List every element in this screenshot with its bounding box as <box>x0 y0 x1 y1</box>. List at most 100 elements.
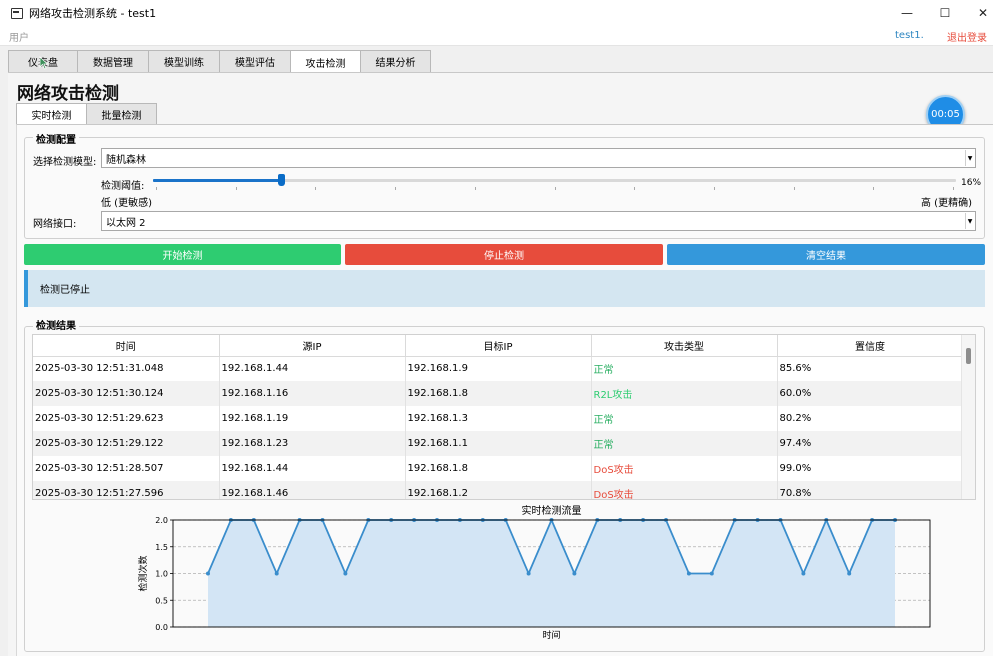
results-table[interactable]: 时间 源IP 目标IP 攻击类型 置信度 2025-03-30 12:51:31… <box>32 334 976 500</box>
chart-ytick-label: 0.5 <box>155 596 168 605</box>
realtime-traffic-chart: 实时检测流量 0.0 0.5 1.0 1.5 2.0 时间 检测次数 <box>130 500 950 646</box>
chart-point <box>572 571 577 576</box>
slider-tick <box>156 187 157 190</box>
tab-model-evaluation[interactable]: 模型评估 <box>219 50 291 72</box>
column-header-time[interactable]: 时间 <box>33 335 220 357</box>
slider-tick <box>315 187 317 190</box>
chart-point <box>526 571 531 576</box>
table-row[interactable]: 2025-03-30 12:51:29.122 192.168.1.23 192… <box>33 431 964 456</box>
chart-point <box>686 571 691 576</box>
table-row[interactable]: 2025-03-30 12:51:29.623 192.168.1.19 192… <box>33 406 964 431</box>
tab-attack-detection[interactable]: 攻击检测 <box>290 50 361 73</box>
logout-link[interactable]: 退出登录 <box>947 29 987 44</box>
cell-confidence: 85.6% <box>777 356 964 381</box>
cell-confidence: 70.8% <box>777 481 964 499</box>
tab-realtime-detection[interactable]: 实时检测 <box>16 103 87 125</box>
current-user-name: test1. <box>895 30 924 41</box>
traffic-chart-svg: 实时检测流量 0.0 0.5 1.0 1.5 2.0 时间 检测次数 <box>137 504 931 641</box>
chevron-down-icon: ▼ <box>965 150 974 166</box>
table-scrollbar[interactable] <box>961 335 975 499</box>
chart-area-fill <box>208 520 895 627</box>
threshold-label: 检测阈值: <box>101 181 145 192</box>
threshold-slider-track[interactable] <box>153 179 956 182</box>
title-bar: 网络攻击检测系统 - test1 — ☐ ✕ <box>0 0 993 26</box>
detection-config-title: 检测配置 <box>33 131 79 146</box>
table-row[interactable]: 2025-03-30 12:51:27.596 192.168.1.46 192… <box>33 481 964 499</box>
cell-target-ip: 192.168.1.8 <box>405 381 592 406</box>
close-button[interactable]: ✕ <box>960 0 993 26</box>
tab-data-management[interactable]: 数据管理 <box>77 50 149 72</box>
threshold-low-label: 低 (更敏感) <box>101 198 152 209</box>
main-tab-bar: 仪表盘 数据管理 模型训练 模型评估 攻击检测 结果分析 <box>8 50 431 73</box>
table-header-row: 时间 源IP 目标IP 攻击类型 置信度 <box>33 335 964 357</box>
slider-tick <box>395 187 397 190</box>
column-header-confidence[interactable]: 置信度 <box>777 335 964 357</box>
chart-point <box>847 571 852 576</box>
column-header-target-ip[interactable]: 目标IP <box>405 335 592 357</box>
cell-source-ip: 192.168.1.46 <box>219 481 406 499</box>
model-select-value: 随机森林 <box>106 154 146 166</box>
chart-ylabel: 检测次数 <box>137 555 149 591</box>
threshold-slider-handle[interactable] <box>278 174 286 186</box>
chart-title: 实时检测流量 <box>522 504 582 517</box>
slider-tick <box>873 187 875 190</box>
chart-ytick-label: 1.0 <box>155 570 168 579</box>
cell-confidence: 97.4% <box>777 431 964 456</box>
cell-time: 2025-03-30 12:51:28.507 <box>33 456 220 481</box>
chart-ytick-label: 1.5 <box>155 543 168 552</box>
table-scroll-thumb[interactable] <box>966 348 971 364</box>
cell-confidence: 80.2% <box>777 406 964 431</box>
slider-tick <box>474 187 476 190</box>
detection-results-title: 检测结果 <box>33 317 79 332</box>
chart-point <box>206 571 210 576</box>
chart-ytick-label: 2.0 <box>155 516 168 525</box>
slider-tick <box>793 187 795 190</box>
cell-confidence: 60.0% <box>777 381 964 406</box>
chart-ytick-label: 0.0 <box>155 623 168 632</box>
cell-attack-type: 正常 <box>591 356 778 381</box>
interface-select-value: 以太网 2 <box>106 217 146 229</box>
cell-time: 2025-03-30 12:51:30.124 <box>33 381 220 406</box>
model-select[interactable]: 随机森林 ▼ <box>101 148 976 168</box>
chart-point <box>709 571 714 576</box>
column-header-attack-type[interactable]: 攻击类型 <box>591 335 778 357</box>
tab-model-training[interactable]: 模型训练 <box>148 50 220 72</box>
cell-source-ip: 192.168.1.44 <box>219 356 406 381</box>
cell-source-ip: 192.168.1.19 <box>219 406 406 431</box>
threshold-slider-fill <box>153 179 282 182</box>
interface-select[interactable]: 以太网 2 ▼ <box>101 211 976 231</box>
start-detection-button[interactable]: 开始检测 <box>24 244 341 265</box>
cell-source-ip: 192.168.1.16 <box>219 381 406 406</box>
cell-attack-type: R2L攻击 <box>591 381 778 406</box>
chart-point <box>274 571 279 576</box>
mouse-cursor-icon <box>39 56 49 70</box>
cell-attack-type: 正常 <box>591 431 778 456</box>
cell-source-ip: 192.168.1.44 <box>219 456 406 481</box>
slider-tick <box>554 187 556 190</box>
slider-tick <box>235 187 237 190</box>
tab-result-analysis[interactable]: 结果分析 <box>360 50 431 72</box>
cell-time: 2025-03-30 12:51:29.122 <box>33 431 220 456</box>
chart-xlabel: 时间 <box>542 629 560 641</box>
cell-attack-type: DoS攻击 <box>591 481 778 499</box>
table-row[interactable]: 2025-03-30 12:51:31.048 192.168.1.44 192… <box>33 356 964 381</box>
tab-batch-detection[interactable]: 批量检测 <box>86 103 157 124</box>
chevron-down-icon: ▼ <box>965 213 974 229</box>
stop-detection-button[interactable]: 停止检测 <box>345 244 663 265</box>
table-row[interactable]: 2025-03-30 12:51:30.124 192.168.1.16 192… <box>33 381 964 406</box>
cell-target-ip: 192.168.1.2 <box>405 481 592 499</box>
sub-tab-bar: 实时检测 批量检测 <box>16 103 157 125</box>
detection-status-message: 检测已停止 <box>24 270 985 307</box>
app-window-icon <box>11 7 23 19</box>
clear-results-button[interactable]: 清空结果 <box>667 244 985 265</box>
cell-time: 2025-03-30 12:51:27.596 <box>33 481 220 499</box>
cell-target-ip: 192.168.1.3 <box>405 406 592 431</box>
slider-tick <box>713 187 715 190</box>
model-select-label: 选择检测模型: <box>33 157 97 168</box>
table-row[interactable]: 2025-03-30 12:51:28.507 192.168.1.44 192… <box>33 456 964 481</box>
window-title: 网络攻击检测系统 - test1 <box>29 7 157 20</box>
cell-target-ip: 192.168.1.9 <box>405 356 592 381</box>
column-header-source-ip[interactable]: 源IP <box>219 335 406 357</box>
user-bar: 用户 test1. 退出登录 <box>0 26 993 46</box>
cell-attack-type: 正常 <box>591 406 778 431</box>
